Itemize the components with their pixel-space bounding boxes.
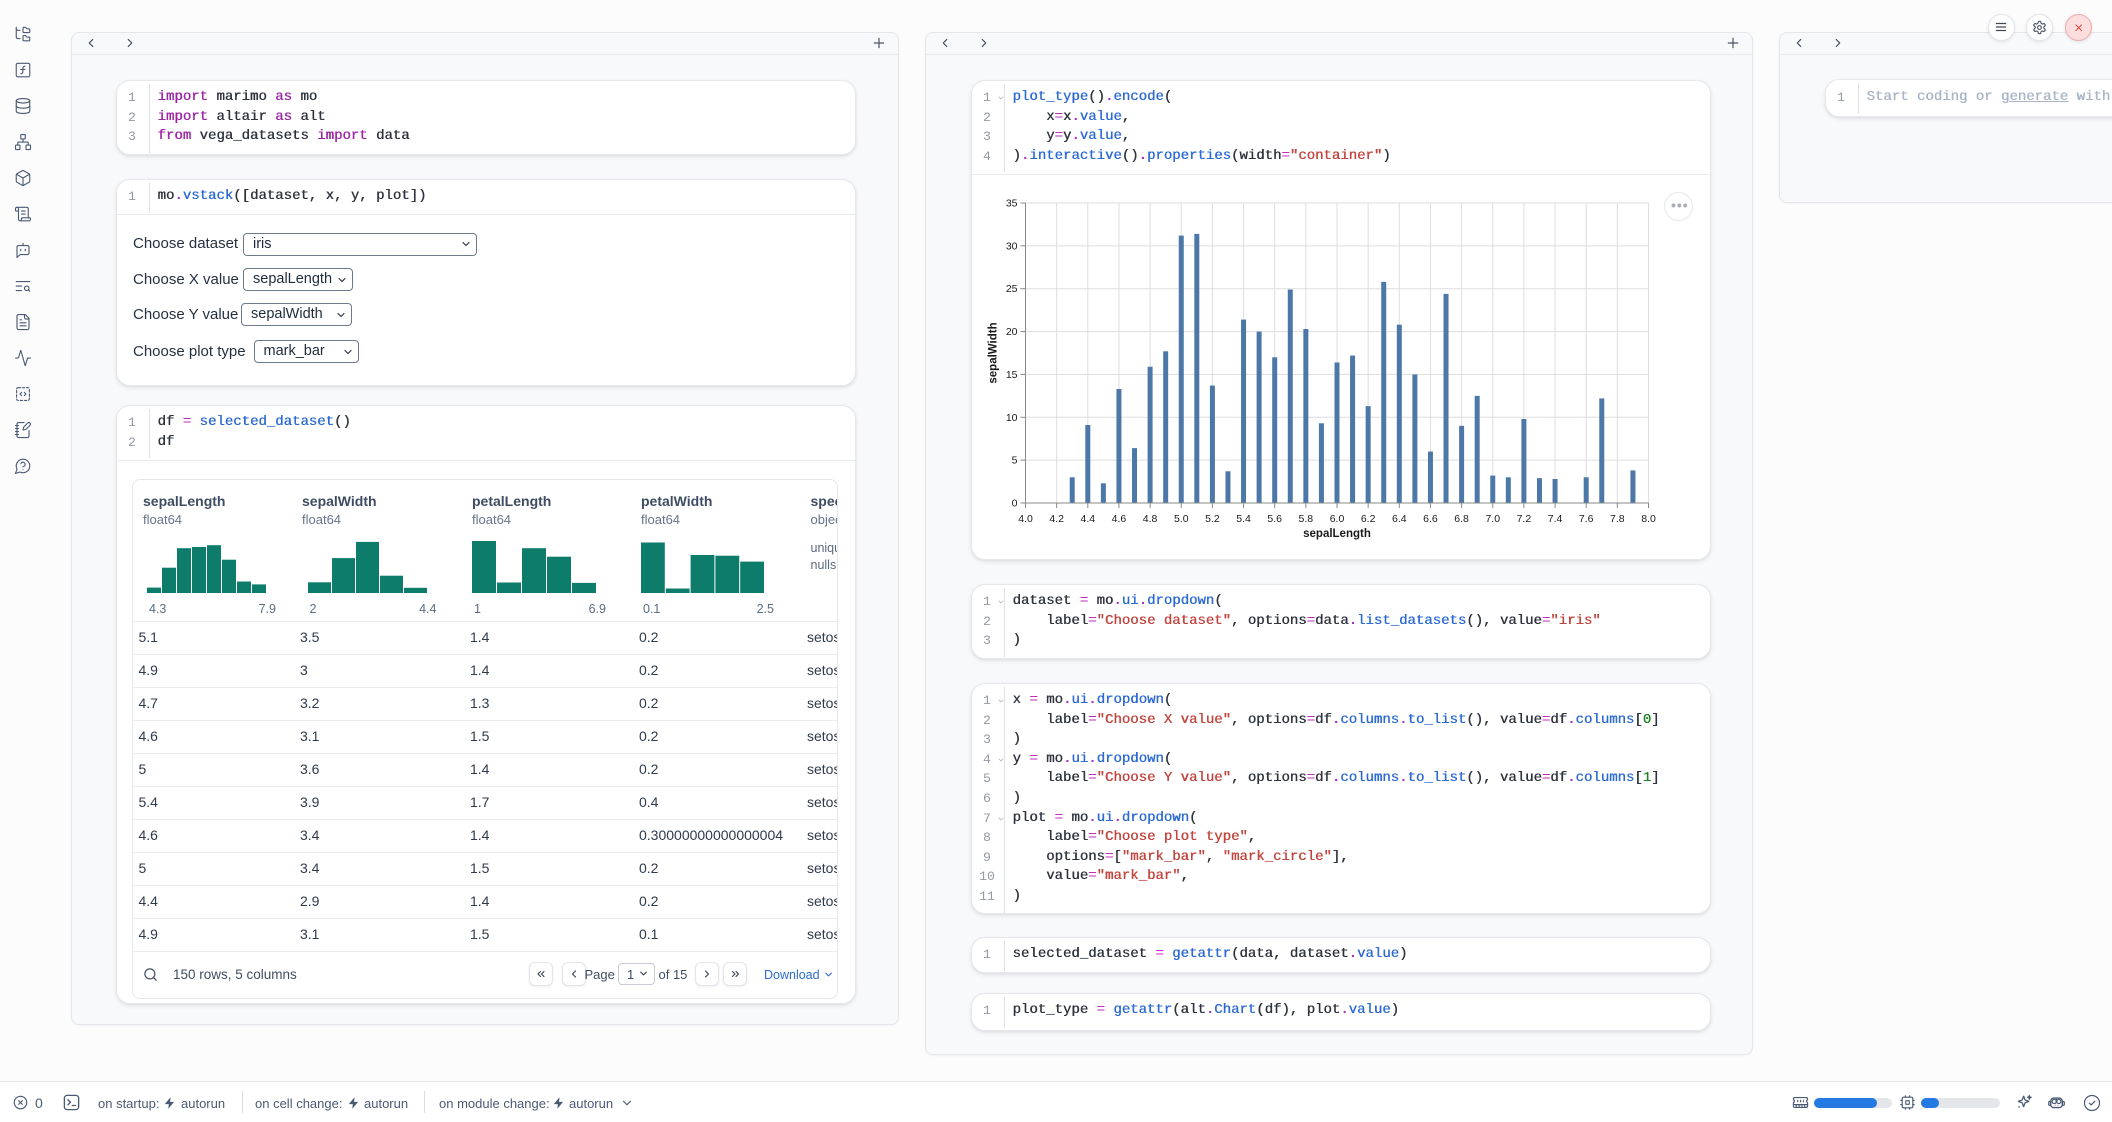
svg-text:5.0: 5.0 (1174, 513, 1189, 525)
svg-text:30: 30 (1006, 240, 1018, 252)
svg-text:sepalLength: sepalLength (1303, 528, 1371, 540)
svg-text:10: 10 (1006, 412, 1018, 424)
svg-text:4.8: 4.8 (1143, 513, 1158, 525)
svg-text:7.8: 7.8 (1610, 513, 1625, 525)
svg-text:5: 5 (1012, 455, 1018, 467)
svg-text:4.6: 4.6 (1112, 513, 1127, 525)
svg-text:15: 15 (1006, 369, 1018, 381)
svg-text:25: 25 (1006, 283, 1018, 295)
svg-text:0: 0 (1012, 498, 1018, 510)
svg-text:7.0: 7.0 (1485, 513, 1500, 525)
svg-text:8.0: 8.0 (1641, 513, 1656, 525)
svg-text:7.4: 7.4 (1548, 513, 1563, 525)
svg-text:sepalWidth: sepalWidth (988, 322, 1000, 383)
svg-text:4.0: 4.0 (1018, 513, 1033, 525)
svg-text:35: 35 (1006, 198, 1018, 210)
svg-text:7.6: 7.6 (1579, 513, 1594, 525)
svg-text:20: 20 (1006, 326, 1018, 338)
svg-text:5.4: 5.4 (1236, 513, 1251, 525)
svg-text:6.4: 6.4 (1392, 513, 1407, 525)
svg-text:4.4: 4.4 (1080, 513, 1095, 525)
svg-text:7.2: 7.2 (1517, 513, 1532, 525)
svg-text:6.2: 6.2 (1361, 513, 1376, 525)
svg-text:5.6: 5.6 (1267, 513, 1282, 525)
svg-text:6.6: 6.6 (1423, 513, 1438, 525)
svg-text:5.8: 5.8 (1299, 513, 1314, 525)
svg-text:6.0: 6.0 (1330, 513, 1345, 525)
svg-text:6.8: 6.8 (1454, 513, 1469, 525)
svg-text:5.2: 5.2 (1205, 513, 1220, 525)
svg-text:4.2: 4.2 (1049, 513, 1064, 525)
